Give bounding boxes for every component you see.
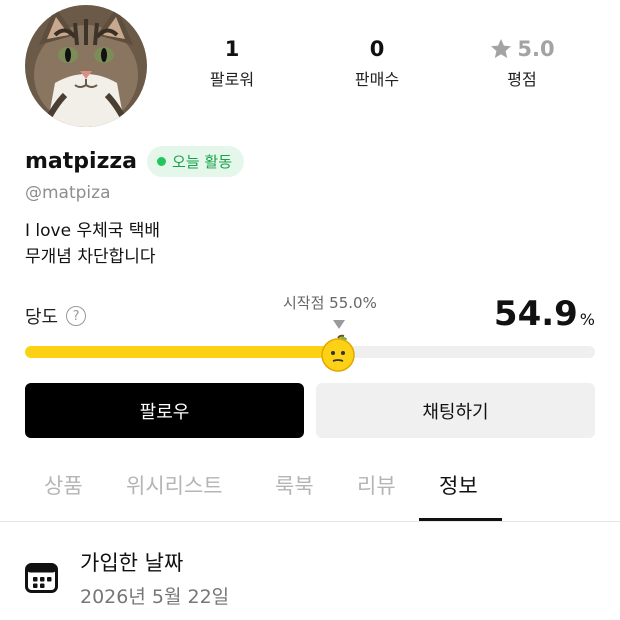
sales-count: 0 [369, 37, 385, 61]
rating-label: 평점 [507, 70, 537, 89]
avatar[interactable] [25, 5, 147, 127]
sweetness-number: 54.9 [493, 294, 578, 334]
active-status-text: 오늘 활동 [172, 153, 232, 171]
bio-line: 무개념 차단합니다 [25, 247, 156, 267]
sweetness-unit: % [579, 310, 595, 329]
username: matpizza [25, 149, 138, 174]
tab-reviews[interactable]: 리뷰 [357, 470, 396, 500]
profile-tabs: 상품 위시리스트 룩북 리뷰 정보 [0, 460, 620, 522]
sweetness-label-row: 당도 ? [25, 303, 87, 329]
username-row: matpizza 오늘 활동 [25, 146, 244, 177]
follow-button[interactable]: 팔로우 [25, 383, 304, 438]
star-icon [491, 39, 512, 58]
active-tab-indicator [419, 518, 502, 521]
cat-avatar-image [25, 5, 147, 127]
followers-count: 1 [224, 37, 240, 61]
rating-value-row: 5.0 [457, 34, 587, 64]
sweetness-value: 54.9 % [494, 294, 595, 334]
bio: I love 우체국 택배 무개념 차단합니다 [25, 218, 160, 270]
sweetness-bar [25, 346, 595, 358]
rating-stat[interactable]: 5.0 평점 [457, 34, 587, 92]
apple-face-icon [321, 334, 355, 372]
rating-value: 5.0 [517, 37, 555, 61]
user-handle: @matpiza [25, 183, 111, 203]
tab-wishlist[interactable]: 위시리스트 [126, 470, 223, 500]
tab-lookbook[interactable]: 룩북 [275, 470, 314, 500]
followers-stat[interactable]: 1 팔로워 [167, 34, 297, 92]
sales-stat[interactable]: 0 판매수 [312, 34, 442, 92]
bio-line: I love 우체국 택배 [25, 221, 161, 241]
sweetness-label: 당도 [25, 307, 59, 328]
active-status-badge: 오늘 활동 [147, 146, 244, 177]
active-dot-icon [157, 157, 167, 166]
start-point-marker-icon [333, 320, 345, 329]
sweetness-bar-fill [25, 346, 338, 358]
followers-label: 팔로워 [209, 70, 255, 89]
question-circle-icon[interactable]: ? [66, 306, 87, 326]
sales-label: 판매수 [354, 70, 400, 89]
join-date-title: 가입한 날짜 [80, 551, 184, 575]
tab-products[interactable]: 상품 [44, 470, 83, 500]
chat-button[interactable]: 채팅하기 [316, 383, 595, 438]
join-date-value: 2026년 5월 22일 [80, 586, 230, 608]
start-point-label: 시작점 55.0% [283, 294, 377, 312]
tab-info[interactable]: 정보 [439, 470, 478, 500]
calendar-icon [25, 563, 58, 593]
